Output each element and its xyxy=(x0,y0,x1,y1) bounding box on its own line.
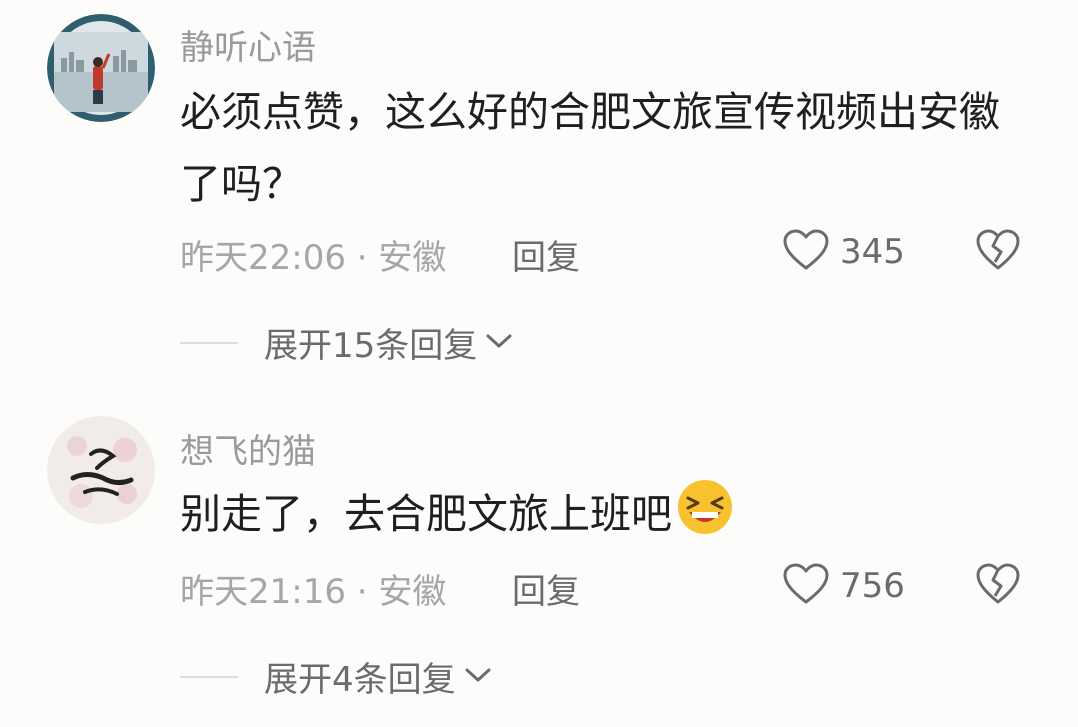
heart-outline-icon xyxy=(782,562,830,610)
username[interactable]: 想飞的猫 xyxy=(180,424,316,473)
reply-button[interactable]: 回复 xyxy=(512,564,580,613)
comment-item: 想飞的猫 别走了，去合肥文旅上班吧 昨天21:16 · 安徽 回复 756 展开… xyxy=(0,0,1078,727)
avatar[interactable] xyxy=(47,416,155,524)
dislike-button[interactable] xyxy=(975,562,1021,610)
expand-replies[interactable]: 展开4条回复 xyxy=(180,652,492,701)
laughing-emoji-icon xyxy=(676,478,734,558)
like-count: 756 xyxy=(840,566,905,606)
expand-replies-label: 展开4条回复 xyxy=(264,660,456,700)
comment-text: 别走了，去合肥文旅上班吧 xyxy=(180,478,1000,558)
divider-line xyxy=(180,675,238,678)
chevron-down-icon xyxy=(464,666,492,688)
like-button[interactable]: 756 xyxy=(782,562,905,610)
comment-time-location: 昨天21:16 · 安徽 xyxy=(180,572,447,612)
comment-text-content: 别走了，去合肥文旅上班吧 xyxy=(180,490,672,538)
broken-heart-icon xyxy=(975,563,1021,610)
